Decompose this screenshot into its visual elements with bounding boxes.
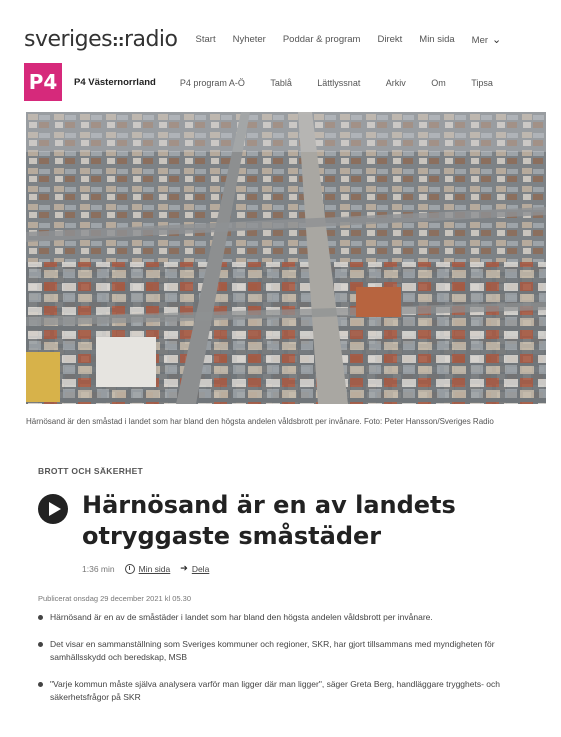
article-summary: Härnösand är en av de småstäder i landet… <box>38 611 543 718</box>
aerial-city-image <box>26 112 546 404</box>
chevron-down-icon: ⌄ <box>492 33 502 46</box>
nav-nyheter[interactable]: Nyheter <box>233 34 266 45</box>
channel-nav-om[interactable]: Om <box>431 78 446 88</box>
nav-mer[interactable]: Mer ⌄ <box>472 33 502 46</box>
p4-logo[interactable]: P4 <box>24 63 62 101</box>
nav-direkt[interactable]: Direkt <box>377 34 402 45</box>
photo-caption: Härnösand är den småstad i landet som ha… <box>26 417 494 426</box>
share-icon: ➔ <box>180 563 188 573</box>
article-photo <box>26 112 546 404</box>
channel-bar: P4 P4 Västernorrland P4 program A-Ö Tabl… <box>24 62 544 102</box>
channel-name[interactable]: P4 Västernorrland <box>74 77 156 88</box>
nav-poddar-program[interactable]: Poddar & program <box>283 34 361 45</box>
list-item: "Varje kommun måste själva analysera var… <box>38 678 543 704</box>
nav-start[interactable]: Start <box>196 34 216 45</box>
play-icon <box>48 502 61 516</box>
logo-mark: :: <box>112 30 124 50</box>
logo-text: sveriges <box>24 26 113 52</box>
article-title: Härnösand är en av landets otryggaste sm… <box>82 491 456 550</box>
channel-nav-program[interactable]: P4 program A-Ö <box>180 78 245 88</box>
channel-nav-tipsa[interactable]: Tipsa <box>471 78 493 88</box>
channel-nav-lattlyssnat[interactable]: Lättlyssnat <box>317 78 360 88</box>
published-date: Publicerat onsdag 29 december 2021 kl 05… <box>38 594 192 603</box>
sveriges-radio-logo[interactable]: sveriges::radio <box>24 27 178 52</box>
share-link[interactable]: Dela <box>192 564 209 574</box>
list-item: Härnösand är en av de småstäder i landet… <box>38 611 543 624</box>
main-nav: Start Nyheter Poddar & program Direkt Mi… <box>196 33 502 46</box>
article-meta: 1:36 min Min sida ➔ Dela <box>82 563 209 574</box>
channel-nav: P4 program A-Ö Tablå Lättlyssnat Arkiv O… <box>180 73 493 91</box>
list-item: Det visar en sammanställning som Sverige… <box>38 638 543 664</box>
channel-nav-arkiv[interactable]: Arkiv <box>386 78 406 88</box>
audio-duration: 1:36 min <box>82 563 115 574</box>
site-header: sveriges::radio Start Nyheter Poddar & p… <box>24 26 544 52</box>
nav-mer-label: Mer <box>471 34 489 46</box>
nav-min-sida[interactable]: Min sida <box>419 34 454 45</box>
channel-nav-tabla[interactable]: Tablå <box>270 78 292 88</box>
article-category[interactable]: BROTT OCH SÄKERHET <box>38 466 143 476</box>
logo-suffix: radio <box>123 26 178 52</box>
clock-icon <box>124 563 135 574</box>
save-to-min-sida-link[interactable]: Min sida <box>139 564 171 574</box>
article-header: Härnösand är en av landets otryggaste sm… <box>38 490 538 552</box>
play-button[interactable] <box>38 494 68 524</box>
